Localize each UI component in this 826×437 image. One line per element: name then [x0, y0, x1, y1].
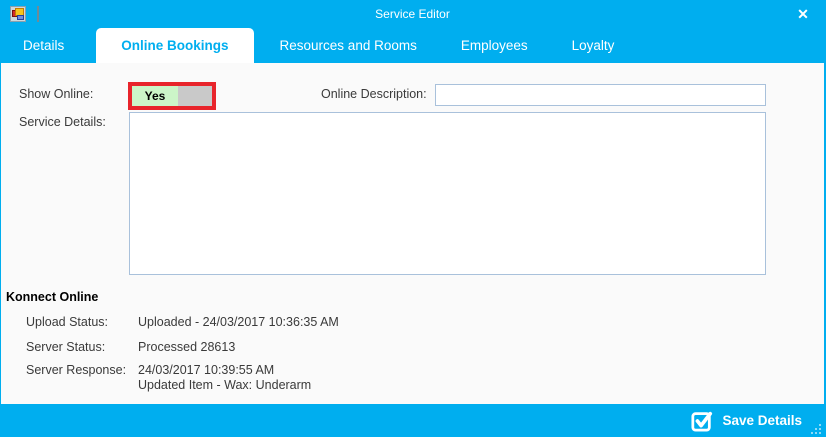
title-caret-mark [37, 6, 39, 22]
checkbox-check-icon [691, 411, 713, 432]
tab-loyalty[interactable]: Loyalty [550, 28, 637, 63]
server-status-label: Server Status: [26, 340, 106, 354]
resize-grip[interactable] [809, 422, 821, 434]
tab-bar: Details Online Bookings Resources and Ro… [1, 28, 824, 63]
online-bookings-panel: Show Online: Yes Online Description: Ser… [1, 63, 824, 404]
highlight-annotation-box: Yes [128, 82, 216, 110]
server-response-label: Server Response: [26, 363, 127, 377]
online-description-label: Online Description: [321, 87, 427, 101]
server-response-value: 24/03/2017 10:39:55 AM Updated Item - Wa… [138, 363, 312, 392]
show-online-label: Show Online: [19, 87, 94, 101]
tab-details[interactable]: Details [1, 28, 86, 63]
tab-resources-and-rooms[interactable]: Resources and Rooms [258, 28, 439, 63]
save-details-label: Save Details [722, 413, 802, 428]
service-details-label: Service Details: [19, 115, 106, 129]
save-details-button[interactable]: Save Details [691, 404, 802, 437]
upload-status-value: Uploaded - 24/03/2017 10:36:35 AM [138, 315, 339, 329]
toggle-knob [178, 86, 212, 106]
show-online-toggle[interactable]: Yes [132, 86, 212, 106]
tab-online-bookings[interactable]: Online Bookings [96, 28, 254, 63]
online-description-input[interactable] [435, 84, 766, 106]
footer-bar: Save Details [1, 404, 824, 437]
close-icon[interactable]: ✕ [792, 4, 814, 24]
window-title: Service Editor [375, 7, 450, 21]
title-bar: Service Editor ✕ [1, 0, 824, 28]
server-status-value: Processed 28613 [138, 340, 236, 354]
tab-employees[interactable]: Employees [439, 28, 550, 63]
upload-status-label: Upload Status: [26, 315, 108, 329]
service-editor-window: Service Editor ✕ Details Online Bookings… [0, 0, 826, 437]
konnect-online-heading: Konnect Online [6, 290, 99, 304]
service-details-textarea[interactable] [129, 112, 766, 275]
toggle-on-segment: Yes [132, 86, 178, 106]
app-window-icon [10, 6, 26, 22]
